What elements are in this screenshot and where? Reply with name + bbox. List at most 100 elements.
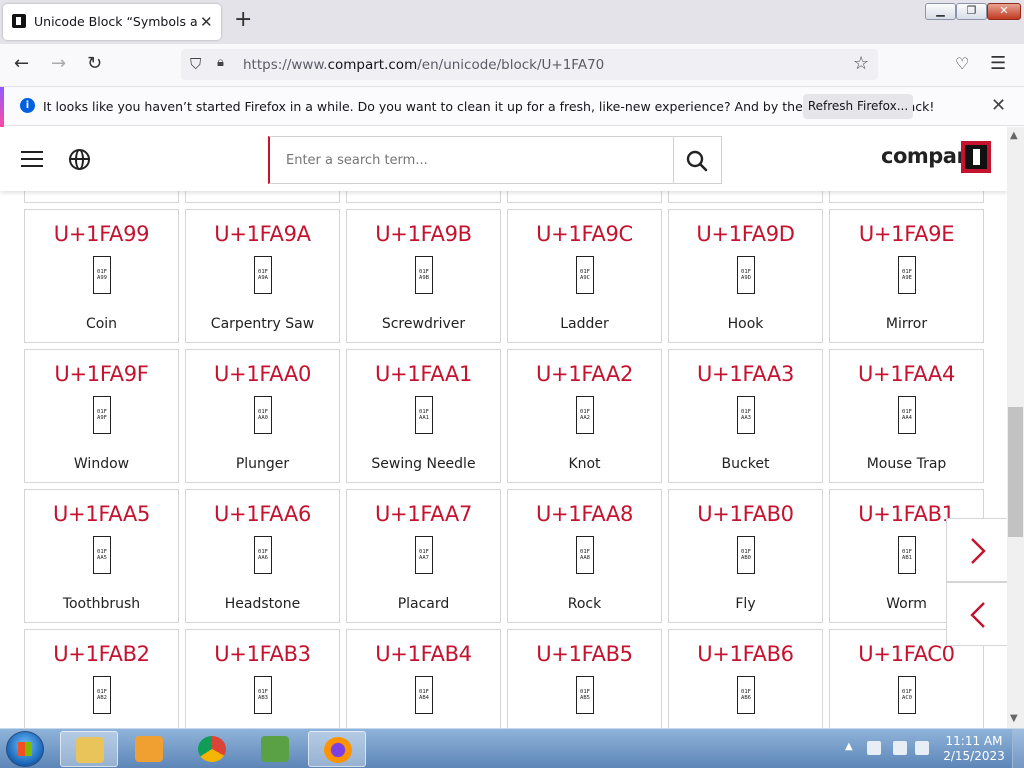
character-cell[interactable]: U+1FA99 01F A99 Coin: [24, 209, 179, 343]
code-point[interactable]: U+1FA9C: [508, 222, 661, 246]
window-minimize-button[interactable]: ▁: [925, 3, 956, 20]
code-point[interactable]: U+1FAA3: [669, 362, 822, 386]
character-cell[interactable]: U+1FA9B 01F A9B Screwdriver: [346, 209, 501, 343]
code-point[interactable]: U+1FA9F: [25, 362, 178, 386]
code-point[interactable]: U+1FAB6: [669, 642, 822, 666]
code-point[interactable]: U+1FAA1: [347, 362, 500, 386]
character-cell[interactable]: U+1FAB5 01F AB5: [507, 629, 662, 728]
reload-icon[interactable]: ↻: [87, 52, 102, 76]
url-text[interactable]: https://www.compart.com/en/unicode/block…: [243, 57, 604, 73]
scrollbar-thumb[interactable]: [1008, 407, 1023, 537]
code-point[interactable]: U+1FAA2: [508, 362, 661, 386]
character-cell[interactable]: U+1FAA3 01F AA3 Bucket: [668, 349, 823, 483]
url-bar[interactable]: ⛉ 🔒︎ https://www.compart.com/en/unicode/…: [181, 49, 878, 80]
character-cell[interactable]: U+1FAA6 01F AA6 Headstone: [185, 489, 340, 623]
code-point[interactable]: U+1FAA5: [25, 502, 178, 526]
character-cell[interactable]: U+1FAA7 01F AA7 Placard: [346, 489, 501, 623]
character-cell[interactable]: U+1FA9A 01F A9A Carpentry Saw: [185, 209, 340, 343]
scroll-up-icon[interactable]: ▲: [1010, 130, 1018, 141]
chrome-task[interactable]: [183, 731, 241, 767]
character-name[interactable]: Mouse Trap: [830, 456, 983, 472]
character-name[interactable]: Headstone: [186, 596, 339, 612]
character-cell[interactable]: U+1FAB0 01F AB0 Fly: [668, 489, 823, 623]
character-name[interactable]: Placard: [347, 596, 500, 612]
character-name[interactable]: Plunger: [186, 456, 339, 472]
character-name[interactable]: Hook: [669, 316, 822, 332]
window-maximize-button[interactable]: ❐: [956, 3, 987, 20]
media-player-task[interactable]: [120, 731, 178, 767]
refresh-firefox-button[interactable]: Refresh Firefox...: [803, 94, 913, 119]
tab-close-button[interactable]: ✕: [200, 13, 213, 31]
hamburger-icon[interactable]: [21, 151, 43, 167]
character-name[interactable]: Rock: [508, 596, 661, 612]
character-cell[interactable]: U+1FAB3 01F AB3: [185, 629, 340, 728]
start-button[interactable]: [6, 731, 44, 767]
character-cell[interactable]: U+1FAA1 01F AA1 Sewing Needle: [346, 349, 501, 483]
code-point[interactable]: U+1FA9D: [669, 222, 822, 246]
shield-icon[interactable]: ⛉: [190, 55, 201, 73]
character-name[interactable]: Window: [25, 456, 178, 472]
scroll-down-icon[interactable]: ▼: [1010, 713, 1018, 724]
character-cell[interactable]: U+1FAB2 01F AB2: [24, 629, 179, 728]
code-point[interactable]: U+1FAA8: [508, 502, 661, 526]
character-name[interactable]: Mirror: [830, 316, 983, 332]
search-input[interactable]: [286, 153, 656, 168]
character-name[interactable]: Bucket: [669, 456, 822, 472]
character-name[interactable]: Fly: [669, 596, 822, 612]
character-cell[interactable]: U+1FAB4 01F AB4: [346, 629, 501, 728]
pocket-icon[interactable]: ♡: [955, 52, 969, 76]
code-point[interactable]: U+1FAB0: [669, 502, 822, 526]
show-desktop-button[interactable]: [1012, 729, 1024, 768]
search-button[interactable]: [673, 136, 722, 184]
star-icon[interactable]: ☆: [853, 53, 869, 74]
lock-icon[interactable]: 🔒︎: [217, 55, 224, 70]
code-point[interactable]: U+1FA9A: [186, 222, 339, 246]
volume-icon[interactable]: [915, 741, 929, 755]
tray-expand-icon[interactable]: ▲: [845, 741, 853, 752]
character-cell[interactable]: U+1FA9C 01F A9C Ladder: [507, 209, 662, 343]
code-point[interactable]: U+1FAA4: [830, 362, 983, 386]
new-tab-button[interactable]: +: [234, 9, 252, 31]
character-cell[interactable]: U+1FAA0 01F AA0 Plunger: [185, 349, 340, 483]
code-point[interactable]: U+1FAA7: [347, 502, 500, 526]
previous-page-button[interactable]: [946, 582, 1007, 646]
character-cell[interactable]: U+1FAA5 01F AA5 Toothbrush: [24, 489, 179, 623]
code-point[interactable]: U+1FA9B: [347, 222, 500, 246]
character-name[interactable]: Knot: [508, 456, 661, 472]
character-name[interactable]: Ladder: [508, 316, 661, 332]
code-point[interactable]: U+1FAA6: [186, 502, 339, 526]
character-name[interactable]: Screwdriver: [347, 316, 500, 332]
globe-icon[interactable]: [69, 149, 90, 170]
code-point[interactable]: U+1FAA0: [186, 362, 339, 386]
explorer-task[interactable]: [60, 731, 118, 767]
csharp-task[interactable]: [246, 731, 304, 767]
back-icon[interactable]: ←: [14, 52, 29, 76]
code-point[interactable]: U+1FAB2: [25, 642, 178, 666]
character-name[interactable]: Carpentry Saw: [186, 316, 339, 332]
system-clock[interactable]: 11:11 AM 2/15/2023: [942, 734, 1006, 764]
forward-icon[interactable]: →: [51, 52, 66, 76]
character-cell[interactable]: U+1FAA4 01F AA4 Mouse Trap: [829, 349, 984, 483]
character-cell[interactable]: U+1FAA2 01F AA2 Knot: [507, 349, 662, 483]
browser-tab[interactable]: Unicode Block “Symbols and Pi ✕: [3, 4, 221, 40]
character-name[interactable]: Sewing Needle: [347, 456, 500, 472]
code-point[interactable]: U+1FAB3: [186, 642, 339, 666]
code-point[interactable]: U+1FA9E: [830, 222, 983, 246]
next-page-button[interactable]: [946, 518, 1007, 582]
character-cell[interactable]: U+1FAA8 01F AA8 Rock: [507, 489, 662, 623]
menu-icon[interactable]: ☰: [990, 52, 1006, 76]
character-cell[interactable]: U+1FA9E 01F A9E Mirror: [829, 209, 984, 343]
code-point[interactable]: U+1FAB4: [347, 642, 500, 666]
character-name[interactable]: Toothbrush: [25, 596, 178, 612]
character-name[interactable]: Coin: [25, 316, 178, 332]
code-point[interactable]: U+1FAB5: [508, 642, 661, 666]
network-icon[interactable]: [867, 741, 881, 755]
character-cell[interactable]: U+1FA9D 01F A9D Hook: [668, 209, 823, 343]
search-box[interactable]: [268, 136, 674, 184]
notification-close-icon[interactable]: ✕: [991, 95, 1006, 116]
compart-logo-mark[interactable]: [961, 141, 991, 173]
character-cell[interactable]: U+1FAB6 01F AB6: [668, 629, 823, 728]
character-cell[interactable]: U+1FA9F 01F A9F Window: [24, 349, 179, 483]
action-center-icon[interactable]: [893, 741, 907, 755]
code-point[interactable]: U+1FA99: [25, 222, 178, 246]
